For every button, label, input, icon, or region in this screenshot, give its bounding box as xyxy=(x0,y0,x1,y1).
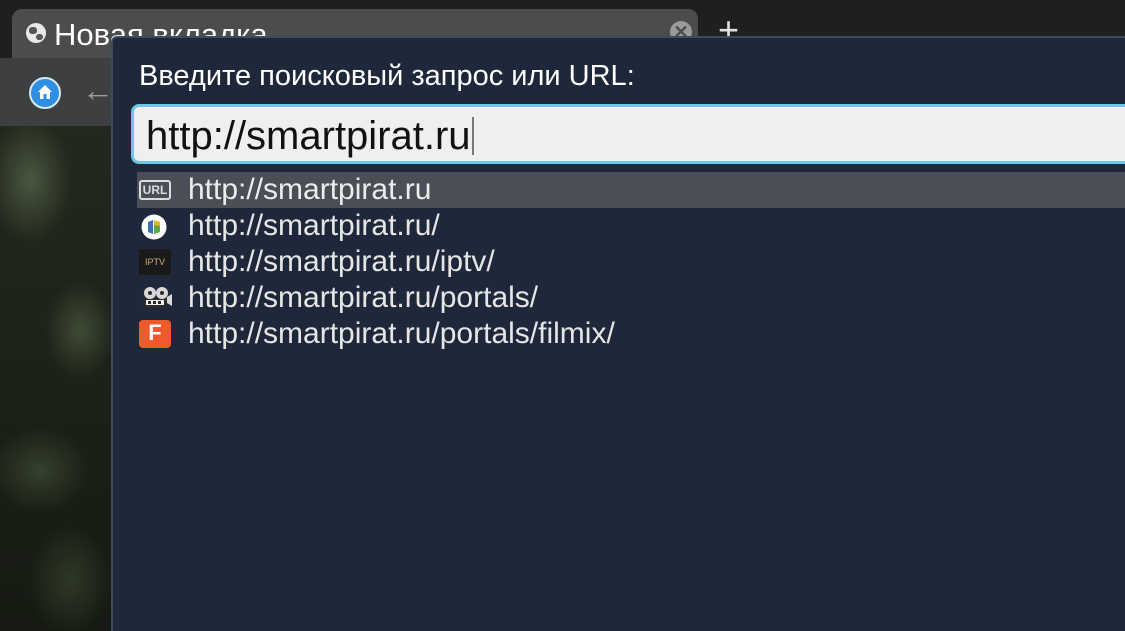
url-icon: URL xyxy=(139,180,171,200)
url-input-text: http://smartpirat.ru xyxy=(146,114,474,159)
suggestion-item[interactable]: http://smartpirat.ru/portals/ xyxy=(137,280,1125,316)
suggestion-text: http://smartpirat.ru/portals/ xyxy=(188,281,539,314)
smartpirat-logo-icon xyxy=(141,213,167,240)
suggestion-item[interactable]: F http://smartpirat.ru/portals/filmix/ xyxy=(137,316,1125,352)
suggestion-text: http://smartpirat.ru/iptv/ xyxy=(188,245,495,278)
url-input[interactable]: http://smartpirat.ru xyxy=(131,104,1125,164)
dialog-prompt: Введите поисковый запрос или URL: xyxy=(139,60,635,92)
home-button[interactable] xyxy=(29,77,61,109)
suggestion-list: URL http://smartpirat.ru http://smartpir… xyxy=(137,172,1125,352)
suggestion-item[interactable]: IPTV http://smartpirat.ru/iptv/ xyxy=(137,244,1125,280)
back-button[interactable]: ← xyxy=(82,74,114,106)
film-reel-icon xyxy=(141,285,172,311)
suggestion-text: http://smartpirat.ru xyxy=(188,173,432,206)
text-caret xyxy=(471,117,474,155)
filmix-icon: F xyxy=(139,320,171,348)
home-icon xyxy=(38,85,52,99)
suggestion-text: http://smartpirat.ru/portals/filmix/ xyxy=(188,317,615,350)
globe-icon xyxy=(26,23,46,43)
url-entry-dialog: Введите поисковый запрос или URL: http:/… xyxy=(111,36,1125,631)
suggestion-text: http://smartpirat.ru/ xyxy=(188,209,440,242)
suggestion-item[interactable]: URL http://smartpirat.ru xyxy=(137,172,1125,208)
url-input-value: http://smartpirat.ru xyxy=(146,114,471,158)
iptv-icon: IPTV xyxy=(139,249,171,275)
suggestion-item[interactable]: http://smartpirat.ru/ xyxy=(137,208,1125,244)
